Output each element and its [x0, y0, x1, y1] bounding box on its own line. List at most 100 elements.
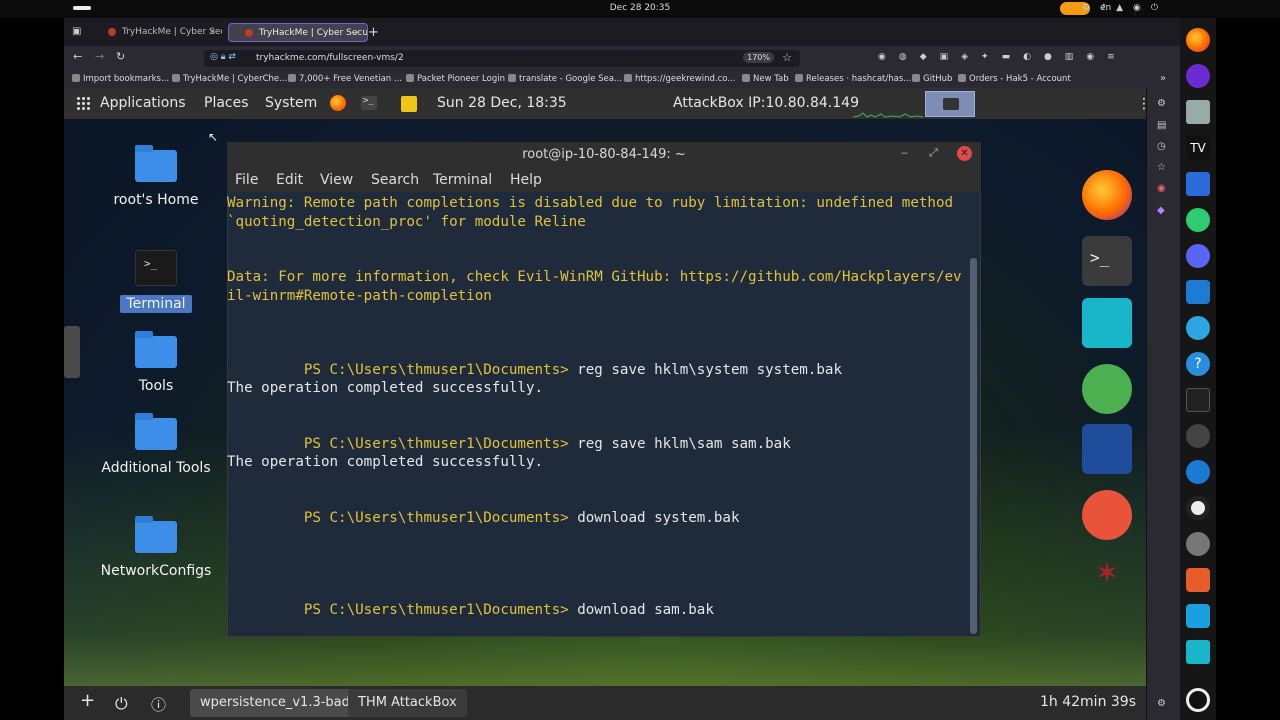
places-menu[interactable]: Places	[204, 95, 249, 111]
url-text: tryhackme.com/fullscreen-vms/2	[256, 53, 404, 63]
desktop-icon-additional-tools[interactable]: Additional Tools	[96, 413, 216, 476]
info-icon[interactable]: ⓘ	[151, 694, 166, 715]
menu-search[interactable]: Search	[371, 172, 419, 188]
command-text: download system.bak	[577, 509, 740, 526]
bookmark-item[interactable]: Import bookmarks...	[72, 74, 169, 84]
desktop-icon-home[interactable]: root's Home	[96, 145, 216, 208]
bookmark-item[interactable]: TryHackMe | CyberChe...	[172, 74, 287, 84]
taskbar-item-attackbox[interactable]: THM AttackBox	[348, 689, 467, 717]
zoom-level-badge[interactable]: 170%	[743, 52, 774, 63]
desktop-icon-tools[interactable]: Tools	[96, 331, 216, 394]
folder-link-icon	[135, 413, 177, 450]
browser-tab-2-active[interactable]: TryHackMe | Cyber Securi ×	[228, 23, 368, 42]
system-menu[interactable]: System	[265, 95, 317, 111]
menu-view[interactable]: View	[320, 172, 353, 188]
menu-help[interactable]: Help	[510, 172, 542, 188]
terminal-scrollbar[interactable]	[970, 258, 977, 634]
tradingview-dock-icon[interactable]: TV	[1186, 136, 1210, 160]
tor-dock-icon[interactable]	[1186, 64, 1210, 88]
bookmark-item[interactable]: 7,000+ Free Venetian ...	[288, 74, 402, 84]
terminal-dock-icon[interactable]	[1186, 388, 1210, 412]
wireshark-dock-icon[interactable]	[1186, 604, 1210, 628]
appcenter-dock-icon[interactable]	[1186, 568, 1210, 592]
system-tray-icons[interactable]: ⚙♪▲◉⏻	[1082, 3, 1168, 13]
os-top-bar: Dec 28 20:35 en ⚙♪▲◉⏻	[0, 0, 1280, 18]
minimize-icon[interactable]: ‒	[901, 146, 908, 159]
bolt-launcher-icon[interactable]	[401, 96, 417, 112]
telegram-dock-icon[interactable]	[1186, 316, 1210, 340]
home-folder-icon	[135, 145, 177, 182]
tryhackme-favicon-icon	[108, 28, 116, 36]
taskbar-item-wpersistence[interactable]: wpersistence_v1.3-badr	[190, 689, 366, 717]
command-line: PS C:\Users\thmuser1\Documents> reg save…	[227, 361, 969, 380]
burp-app-icon[interactable]	[1082, 490, 1132, 540]
close-tab-icon[interactable]: ×	[208, 27, 216, 37]
vscode-dock-icon[interactable]	[1186, 280, 1210, 304]
tab-list-icon[interactable]: ▣	[72, 26, 81, 37]
side-drawer-handle[interactable]	[64, 326, 80, 378]
clock-dock-icon[interactable]	[1186, 532, 1210, 556]
site-security-icon[interactable]: ◎ 🔒︎ ⇄	[210, 52, 236, 62]
sidebar-assistant-icon[interactable]: ◆	[1157, 205, 1165, 216]
gimp-dock-icon[interactable]	[1186, 424, 1210, 448]
bookmark-item[interactable]: Orders - Hak5 - Account	[958, 74, 1071, 84]
firefox-app-icon[interactable]	[1082, 170, 1132, 220]
files-dock-icon[interactable]	[1186, 100, 1210, 124]
maximize-icon[interactable]: ⤢	[929, 146, 938, 160]
sidebar-extension-icon[interactable]: ◉	[1157, 183, 1166, 194]
firefox-launcher-icon[interactable]	[330, 95, 346, 111]
bookmark-item[interactable]: Packet Pioneer Login	[406, 74, 505, 84]
writer-dock-icon[interactable]	[1186, 172, 1210, 196]
desktop-icon-networkconfigs[interactable]: NetworkConfigs	[96, 516, 216, 579]
sidebar-history-icon[interactable]: ◷	[1157, 141, 1166, 152]
new-tab-button[interactable]: +	[368, 25, 379, 40]
thunderbird-dock-icon[interactable]	[1186, 460, 1210, 484]
sidebar-settings-icon[interactable]: ⚙	[1157, 98, 1166, 109]
sidebar-star-icon[interactable]: ☆	[1157, 162, 1166, 173]
terminal-app-icon[interactable]: >_	[1082, 236, 1132, 286]
close-tab-icon[interactable]: ×	[353, 28, 361, 38]
speaker-dock-icon[interactable]	[1186, 496, 1210, 520]
browser-tab-1[interactable]: TryHackMe | Cyber Securi ×	[92, 23, 222, 42]
metasploit-app-icon[interactable]	[1082, 424, 1132, 474]
back-icon[interactable]: ←	[73, 50, 82, 63]
bolt-dock-icon[interactable]	[1186, 640, 1210, 664]
url-bar[interactable]: ◎ 🔒︎ ⇄ tryhackme.com/fullscreen-vms/2 17…	[204, 50, 800, 67]
menu-edit[interactable]: Edit	[276, 172, 303, 188]
help-dock-icon[interactable]: ?	[1186, 352, 1210, 376]
forward-icon[interactable]: →	[95, 50, 104, 63]
ps-prompt: PS C:\Users\thmuser1\Documents>	[303, 602, 569, 618]
menu-terminal[interactable]: Terminal	[433, 172, 492, 188]
applications-menu[interactable]: Applications	[100, 95, 186, 111]
sidebar-bookmarks-icon[interactable]: ▤	[1157, 120, 1166, 131]
system-monitor-graph	[853, 112, 923, 118]
add-icon[interactable]: +	[80, 690, 95, 711]
reload-icon[interactable]: ↻	[116, 50, 125, 63]
close-window-icon[interactable]: ✕	[957, 146, 972, 161]
bookmark-item[interactable]: https://geekrewind.co...	[624, 74, 735, 84]
discord-dock-icon[interactable]	[1186, 244, 1210, 268]
panel-datetime[interactable]: Sun 28 Dec, 18:35	[437, 95, 567, 111]
sidebar-customize-icon[interactable]: ⚙	[1157, 698, 1166, 709]
app-grid-icon[interactable]	[76, 96, 90, 110]
terminal-output[interactable]: Warning: Remote path completions is disa…	[227, 194, 969, 636]
extension-icons[interactable]: ◉◍◆▣◈✦▬◐●▥◉≡	[878, 52, 1128, 62]
bookmark-star-icon[interactable]: ☆	[782, 51, 792, 64]
bookmark-item[interactable]: New Tab	[742, 74, 789, 84]
app-dock-icon[interactable]	[1186, 208, 1210, 232]
terminal-taskbar-button[interactable]	[925, 91, 975, 117]
desktop-icon-label: Terminal	[120, 295, 192, 313]
more-bookmarks-icon[interactable]: »	[1160, 73, 1166, 84]
terminal-launcher-icon[interactable]: >_	[361, 96, 377, 110]
firefox-dock-icon[interactable]	[1186, 28, 1210, 52]
desktop-icon-terminal[interactable]: >_ Terminal	[96, 250, 216, 313]
bookmark-item[interactable]: GitHub	[912, 74, 952, 84]
rocket-app-icon[interactable]	[1082, 364, 1132, 414]
bolt-app-icon[interactable]	[1082, 298, 1132, 348]
power-icon[interactable]: ⏻	[115, 694, 128, 714]
bookmark-item[interactable]: Releases · hashcat/has...	[795, 74, 911, 84]
show-apps-dock-icon[interactable]	[1186, 688, 1210, 712]
menu-file[interactable]: File	[235, 172, 258, 188]
hydra-app-icon[interactable]: ✶	[1082, 556, 1132, 606]
bookmark-item[interactable]: translate - Google Sea...	[508, 74, 622, 84]
